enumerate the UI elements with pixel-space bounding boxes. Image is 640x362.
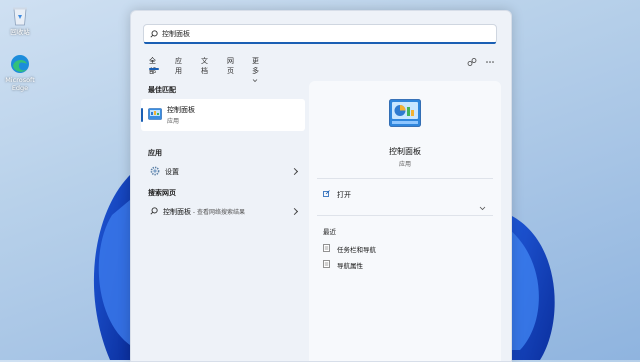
desktop-icon-label: 回收站 bbox=[10, 28, 30, 36]
web-search-result[interactable]: 控制面板 - 查看网络搜索结果 bbox=[141, 203, 305, 219]
recent-item[interactable]: 导航属性 bbox=[309, 258, 501, 270]
recycle-bin-icon bbox=[13, 7, 27, 26]
active-tab-indicator bbox=[149, 68, 159, 70]
chevron-right-icon bbox=[290, 167, 299, 176]
chevron-down-icon bbox=[252, 78, 258, 82]
settings-page-icon bbox=[323, 260, 330, 268]
recent-item-label: 任务栏和导航 bbox=[337, 246, 376, 254]
search-icon bbox=[150, 30, 158, 38]
detail-subtitle: 应用 bbox=[398, 161, 411, 168]
recent-item-label: 导航属性 bbox=[337, 262, 363, 270]
open-label: 打开 bbox=[337, 191, 351, 199]
expand-chevron-icon[interactable] bbox=[479, 206, 486, 211]
tab-apps[interactable]: 应用 bbox=[175, 56, 182, 76]
open-external-icon bbox=[323, 190, 330, 197]
control-panel-large-icon bbox=[389, 99, 421, 127]
recent-heading: 最近 bbox=[323, 228, 336, 236]
detail-title: 控制面板 bbox=[389, 147, 421, 156]
recent-item[interactable]: 任务栏和导航 bbox=[309, 242, 501, 254]
settings-gear-icon bbox=[150, 166, 160, 176]
desktop-icon-edge[interactable]: Microsoft Edge bbox=[0, 54, 40, 92]
tab-more-label: 更多 bbox=[252, 57, 259, 75]
share-icon[interactable] bbox=[467, 57, 477, 67]
best-match-result[interactable]: 控制面板 应用 bbox=[141, 99, 305, 131]
apps-heading: 应用 bbox=[148, 149, 162, 157]
settings-page-icon bbox=[323, 244, 330, 252]
desktop-icon-label: Microsoft Edge bbox=[5, 76, 35, 92]
control-panel-icon bbox=[148, 108, 162, 120]
divider bbox=[317, 178, 493, 179]
web-search-heading: 搜索网页 bbox=[148, 189, 176, 197]
web-hint-text: - 查看网络搜索结果 bbox=[191, 209, 245, 216]
tab-all[interactable]: 全部 bbox=[149, 56, 156, 76]
search-input[interactable] bbox=[162, 28, 482, 40]
search-focus-underline bbox=[144, 42, 496, 44]
tab-documents[interactable]: 文档 bbox=[201, 56, 208, 76]
more-options-icon[interactable] bbox=[485, 57, 495, 67]
result-title: 控制面板 bbox=[167, 106, 195, 114]
tab-web[interactable]: 网页 bbox=[227, 56, 234, 76]
open-action[interactable]: 打开 bbox=[309, 187, 501, 201]
search-box[interactable] bbox=[143, 24, 497, 44]
selection-accent bbox=[141, 108, 143, 122]
web-query-text: 控制面板 bbox=[163, 208, 191, 216]
desktop-icon-recycle-bin[interactable]: 回收站 bbox=[0, 6, 40, 36]
result-title: 设置 bbox=[165, 168, 179, 176]
detail-pane: 控制面板 应用 打开 最近 任务栏和导航 导航属性 bbox=[309, 81, 501, 361]
tab-more[interactable]: 更多 bbox=[252, 56, 259, 84]
result-subtitle: 应用 bbox=[167, 118, 180, 125]
app-result-settings[interactable]: 设置 bbox=[141, 163, 305, 179]
best-match-heading: 最佳匹配 bbox=[148, 86, 176, 94]
search-panel: 全部 应用 文档 网页 更多 最佳匹配 bbox=[130, 10, 512, 362]
edge-icon bbox=[11, 55, 29, 73]
chevron-right-icon bbox=[290, 207, 299, 216]
divider bbox=[317, 215, 493, 216]
search-icon bbox=[150, 207, 158, 215]
